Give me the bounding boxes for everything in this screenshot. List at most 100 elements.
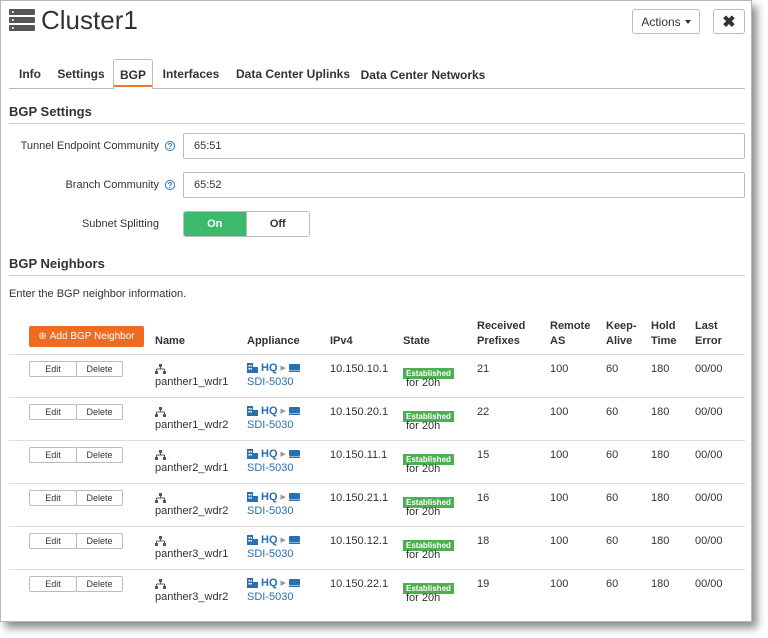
appliance-path: HQ ▶: [247, 491, 300, 503]
table-row: Edit Delete: [29, 447, 123, 463]
chevron-right-icon: ▶: [280, 451, 286, 458]
column-header-last-error: Last Error: [695, 320, 722, 347]
site-link[interactable]: HQ: [261, 405, 278, 417]
site-link[interactable]: HQ: [261, 491, 278, 503]
chevron-right-icon: ▶: [280, 408, 286, 415]
hold-time: 180: [651, 492, 670, 504]
help-icon[interactable]: ?: [165, 141, 175, 151]
last-error: 00/00: [695, 449, 723, 461]
subnet-splitting-label: Subnet Splitting: [81, 218, 159, 230]
close-button[interactable]: ✖: [713, 9, 745, 34]
site-link[interactable]: HQ: [261, 448, 278, 460]
keep-alive: 60: [606, 449, 619, 461]
bgp-neighbors-heading: BGP Neighbors: [9, 256, 105, 271]
building-icon: [247, 406, 258, 416]
tab-interfaces[interactable]: Interfaces: [157, 59, 225, 88]
delete-button[interactable]: Delete: [76, 533, 123, 549]
plus-circle-icon: ⊕: [38, 331, 47, 342]
delete-button[interactable]: Delete: [76, 447, 123, 463]
last-error: 00/00: [695, 578, 723, 590]
network-icon: [155, 407, 166, 417]
toggle-off-button[interactable]: Off: [245, 212, 309, 236]
appliance-icon: [288, 407, 300, 415]
edit-button[interactable]: Edit: [29, 361, 77, 377]
branch-community-input[interactable]: 65:52: [183, 172, 745, 198]
keep-alive: 60: [606, 363, 619, 375]
delete-button[interactable]: Delete: [76, 576, 123, 592]
edit-button[interactable]: Edit: [29, 533, 77, 549]
remote-as: 100: [550, 406, 569, 418]
appliance-link[interactable]: SDI-5030: [247, 591, 293, 603]
network-icon: [155, 536, 166, 546]
tab-info[interactable]: Info: [11, 59, 49, 88]
tab-label: Interfaces: [162, 66, 220, 81]
column-header-hold-time: Hold Time: [651, 320, 677, 347]
network-icon: [155, 450, 166, 460]
received-prefixes: 21: [477, 363, 490, 375]
edit-button[interactable]: Edit: [29, 490, 77, 506]
building-icon: [247, 449, 258, 459]
appliance-link[interactable]: SDI-5030: [247, 505, 293, 517]
row-divider: [9, 397, 745, 398]
table-row: Edit Delete: [29, 404, 123, 420]
chevron-right-icon: ▶: [280, 580, 286, 587]
appliance-link[interactable]: SDI-5030: [247, 376, 293, 388]
edit-button[interactable]: Edit: [29, 404, 77, 420]
remote-as: 100: [550, 449, 569, 461]
row-divider: [9, 526, 745, 527]
toggle-on-button[interactable]: On: [184, 212, 246, 236]
site-link[interactable]: HQ: [261, 362, 278, 374]
tab-bgp[interactable]: BGP: [113, 59, 153, 89]
tab-settings[interactable]: Settings: [53, 59, 109, 88]
edit-button[interactable]: Edit: [29, 447, 77, 463]
tab-data-center-uplinks[interactable]: Data Center Uplinks: [231, 59, 355, 88]
appliance-link[interactable]: SDI-5030: [247, 419, 293, 431]
tab-label: Info: [19, 66, 41, 81]
appliance-icon: [288, 493, 300, 501]
caret-down-icon: [684, 19, 691, 24]
section-divider: [9, 123, 745, 124]
branch-community-label: Branch Community: [65, 179, 159, 191]
keep-alive: 60: [606, 535, 619, 547]
appliance-link[interactable]: SDI-5030: [247, 462, 293, 474]
delete-button[interactable]: Delete: [76, 490, 123, 506]
building-icon: [247, 492, 258, 502]
column-header-name: Name: [155, 335, 185, 347]
edit-button[interactable]: Edit: [29, 576, 77, 592]
close-icon: ✖: [722, 13, 736, 31]
ipv4-address: 10.150.21.1: [330, 492, 389, 504]
tab-data-center-networks[interactable]: Data Center Networks: [359, 60, 487, 89]
subnet-splitting-toggle: On Off: [183, 211, 310, 237]
appliance-link[interactable]: SDI-5030: [247, 548, 293, 560]
appliance-icon: [288, 579, 300, 587]
remote-as: 100: [550, 578, 569, 590]
help-icon[interactable]: ?: [165, 180, 175, 190]
keep-alive: 60: [606, 578, 619, 590]
neighbor-name: panther3_wdr1: [155, 548, 229, 560]
site-link[interactable]: HQ: [261, 534, 278, 546]
table-row: Edit Delete: [29, 576, 123, 592]
ipv4-address: 10.150.20.1: [330, 406, 389, 418]
add-bgp-neighbor-button[interactable]: ⊕ Add BGP Neighbor: [29, 326, 144, 347]
tab-label: Data Center Uplinks: [235, 66, 351, 81]
delete-button[interactable]: Delete: [76, 361, 123, 377]
tunnel-endpoint-input[interactable]: 65:51: [183, 133, 745, 159]
received-prefixes: 16: [477, 492, 490, 504]
chevron-right-icon: ▶: [280, 537, 286, 544]
neighbor-name: panther3_wdr2: [155, 591, 229, 603]
remote-as: 100: [550, 492, 569, 504]
site-link[interactable]: HQ: [261, 577, 278, 589]
hold-time: 180: [651, 449, 670, 461]
keep-alive: 60: [606, 406, 619, 418]
tunnel-endpoint-label: Tunnel Endpoint Community: [20, 140, 159, 152]
hold-time: 180: [651, 535, 670, 547]
network-icon: [155, 579, 166, 589]
column-header-ipv4: IPv4: [330, 335, 353, 347]
state-duration: for 20h: [406, 377, 441, 389]
delete-button[interactable]: Delete: [76, 404, 123, 420]
row-divider: [9, 440, 745, 441]
neighbor-name: panther2_wdr1: [155, 462, 229, 474]
last-error: 00/00: [695, 492, 723, 504]
network-icon: [155, 364, 166, 374]
actions-button[interactable]: Actions: [632, 9, 700, 34]
